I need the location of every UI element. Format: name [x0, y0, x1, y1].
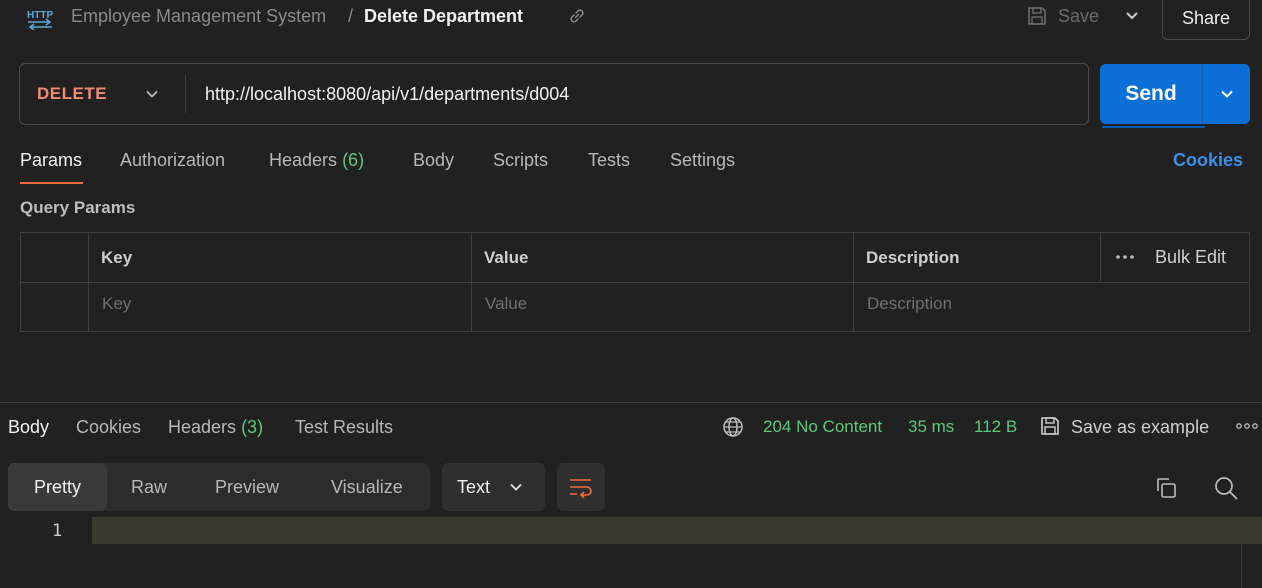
chevron-down-icon[interactable]	[143, 85, 161, 103]
chevron-down-icon	[1220, 90, 1233, 98]
divider	[185, 75, 186, 113]
wrap-lines-icon	[570, 479, 592, 498]
value-input[interactable]: Value	[485, 293, 527, 315]
link-icon[interactable]	[568, 7, 586, 25]
column-header-description: Description	[866, 248, 960, 267]
save-label: Save	[1058, 5, 1100, 26]
send-options-button[interactable]	[1202, 64, 1250, 124]
save-options-chevron-icon[interactable]	[1122, 6, 1142, 26]
page-title[interactable]: Delete Department	[364, 6, 523, 26]
active-tab-indicator	[20, 182, 83, 184]
headers-count: (6)	[342, 150, 365, 170]
tab-authorization[interactable]: Authorization	[120, 149, 225, 171]
key-input[interactable]: Key	[102, 293, 131, 315]
column-divider	[88, 232, 89, 332]
url-input[interactable]: http://localhost:8080/api/v1/departments…	[205, 83, 569, 105]
tab-headers-label: Headers	[269, 150, 338, 170]
column-divider	[471, 232, 472, 332]
response-tab-headers-label: Headers	[168, 417, 237, 437]
cookies-link[interactable]: Cookies	[1173, 149, 1243, 171]
query-params-title: Query Params	[20, 198, 136, 217]
word-wrap-button[interactable]	[557, 463, 605, 511]
response-tab-headers[interactable]: Headers (3)	[168, 416, 263, 438]
save-icon	[1039, 415, 1061, 437]
copy-icon[interactable]	[1154, 476, 1178, 500]
view-preview-button[interactable]: Preview	[215, 476, 279, 498]
http-icon: HTTP	[26, 4, 54, 30]
description-input[interactable]: Description	[867, 293, 952, 315]
column-header-value: Value	[484, 248, 529, 267]
response-tab-body[interactable]: Body	[8, 416, 49, 438]
status-code[interactable]: 204 No Content	[763, 416, 882, 438]
table-row-divider	[20, 282, 1250, 283]
save-icon	[1028, 7, 1046, 25]
bulk-edit-button[interactable]: Bulk Edit	[1155, 246, 1226, 268]
view-visualize-button[interactable]: Visualize	[331, 476, 403, 498]
editor-scrollbar[interactable]	[1241, 517, 1242, 588]
search-icon[interactable]	[1213, 475, 1239, 501]
format-select[interactable]: Text	[442, 463, 545, 511]
editor-current-line[interactable]	[92, 517, 1262, 544]
globe-icon[interactable]	[722, 416, 744, 438]
column-header-key: Key	[101, 248, 133, 267]
share-button[interactable]: Share	[1162, 0, 1250, 40]
tab-params[interactable]: Params	[20, 149, 82, 171]
line-number: 1	[52, 521, 63, 541]
breadcrumb-parent[interactable]: Employee Management System	[71, 6, 326, 26]
more-options-icon[interactable]	[1115, 252, 1135, 262]
chevron-down-icon	[510, 483, 522, 491]
tab-scripts[interactable]: Scripts	[493, 149, 548, 171]
tab-body[interactable]: Body	[413, 149, 454, 171]
response-time[interactable]: 35 ms	[908, 416, 954, 438]
tab-settings[interactable]: Settings	[670, 149, 735, 171]
tab-tests[interactable]: Tests	[588, 149, 630, 171]
svg-text:HTTP: HTTP	[27, 10, 53, 21]
send-underline	[1102, 126, 1205, 128]
response-divider[interactable]	[0, 402, 1262, 403]
response-tab-cookies[interactable]: Cookies	[76, 416, 141, 438]
view-pretty-button[interactable]: Pretty	[8, 463, 107, 511]
column-divider	[1100, 232, 1101, 282]
more-options-icon[interactable]	[1236, 421, 1258, 431]
view-raw-button[interactable]: Raw	[131, 476, 167, 498]
column-divider	[853, 232, 854, 332]
format-label: Text	[457, 476, 491, 497]
response-headers-count: (3)	[241, 417, 264, 437]
method-select[interactable]: DELETE	[37, 83, 107, 105]
breadcrumb-separator: /	[348, 6, 354, 26]
send-button[interactable]: Send	[1100, 64, 1202, 124]
save-button[interactable]: Save	[1026, 2, 1099, 30]
tab-headers[interactable]: Headers (6)	[269, 149, 364, 171]
response-size[interactable]: 112 B	[974, 416, 1017, 438]
save-as-example-button[interactable]: Save as example	[1071, 416, 1209, 438]
response-tab-test-results[interactable]: Test Results	[295, 416, 393, 438]
